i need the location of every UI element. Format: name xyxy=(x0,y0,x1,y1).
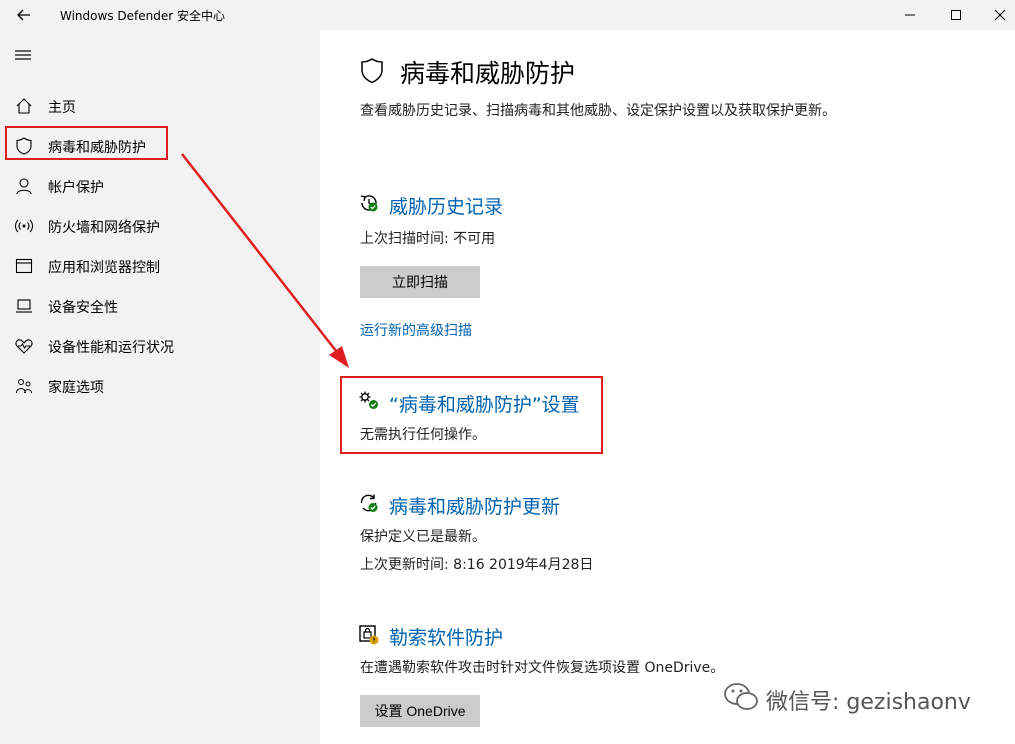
home-icon xyxy=(16,98,32,114)
heart-icon xyxy=(15,339,33,354)
annotation-highlight-box xyxy=(5,126,168,160)
page-description: 查看威胁历史记录、扫描病毒和其他威胁、设定保护设置以及获取保护更新。 xyxy=(360,103,836,119)
ransomware-icon xyxy=(359,625,379,645)
shield-icon xyxy=(361,58,383,84)
close-button[interactable] xyxy=(977,2,1015,28)
ransomware-description: 在遭遇勒索软件攻击时针对文件恢复选项设置 OneDrive。 xyxy=(360,660,725,676)
sidebar-item-family[interactable]: 家庭选项 xyxy=(8,369,308,403)
hamburger-icon xyxy=(15,50,31,60)
app-title: Windows Defender 安全中心 xyxy=(60,9,225,23)
update-icon xyxy=(360,494,378,512)
sidebar-item-label: 防火墙和网络保护 xyxy=(48,220,160,236)
setup-onedrive-button[interactable]: 设置 OneDrive xyxy=(360,695,480,727)
protection-updates-link[interactable]: 病毒和威胁防护更新 xyxy=(389,492,560,519)
watermark-text: 微信号: gezishaonv xyxy=(766,690,971,715)
minimize-button[interactable] xyxy=(887,2,933,28)
sidebar-item-label: 设备安全性 xyxy=(48,300,118,316)
laptop-icon xyxy=(16,299,32,313)
ransomware-protection-link[interactable]: 勒索软件防护 xyxy=(389,623,503,650)
close-icon xyxy=(994,9,1006,21)
page-title: 病毒和威胁防护 xyxy=(400,59,576,88)
sidebar-item-device-performance[interactable]: 设备性能和运行状况 xyxy=(8,329,308,363)
family-icon xyxy=(16,379,32,394)
sidebar-item-home[interactable]: 主页 xyxy=(8,89,308,123)
watermark: 微信号: gezishaonv xyxy=(722,680,1002,716)
wifi-icon xyxy=(14,219,34,233)
advanced-scan-link[interactable]: 运行新的高级扫描 xyxy=(360,320,472,340)
maximize-icon xyxy=(951,10,961,20)
scan-now-button[interactable]: 立即扫描 xyxy=(360,266,480,298)
threat-history-link[interactable]: 威胁历史记录 xyxy=(389,192,503,219)
app-window-icon xyxy=(15,258,33,274)
back-arrow-icon xyxy=(17,9,30,21)
sidebar-item-account[interactable]: 帐户保护 xyxy=(8,169,308,203)
last-scan-text: 上次扫描时间: 不可用 xyxy=(360,231,496,247)
back-button[interactable] xyxy=(12,5,36,25)
title-bar: Windows Defender 安全中心 xyxy=(0,0,1015,30)
sidebar: 主页 病毒和威胁防护 帐户保护 防火墙和网络保护 应用和浏览器控制 设备安全性 … xyxy=(0,30,320,744)
person-icon xyxy=(16,178,32,195)
annotation-highlight-box xyxy=(340,376,603,454)
sidebar-item-label: 应用和浏览器控制 xyxy=(48,260,160,276)
history-icon xyxy=(360,195,378,212)
sidebar-item-label: 帐户保护 xyxy=(48,180,104,196)
sidebar-item-device-security[interactable]: 设备安全性 xyxy=(8,289,308,323)
sidebar-item-label: 家庭选项 xyxy=(48,380,104,396)
sidebar-item-label: 主页 xyxy=(48,100,76,116)
sidebar-item-firewall[interactable]: 防火墙和网络保护 xyxy=(8,209,308,243)
maximize-button[interactable] xyxy=(933,2,979,28)
sidebar-item-app-browser[interactable]: 应用和浏览器控制 xyxy=(8,249,308,283)
hamburger-menu-button[interactable] xyxy=(12,46,34,64)
main-content: 病毒和威胁防护 查看威胁历史记录、扫描病毒和其他威胁、设定保护设置以及获取保护更… xyxy=(320,30,1015,744)
minimize-icon xyxy=(905,14,915,16)
sidebar-item-label: 设备性能和运行状况 xyxy=(48,340,174,356)
updates-status-text: 保护定义已是最新。 xyxy=(360,529,486,545)
last-update-text: 上次更新时间: 8:16 2019年4月28日 xyxy=(360,557,594,573)
wechat-icon xyxy=(724,683,758,710)
